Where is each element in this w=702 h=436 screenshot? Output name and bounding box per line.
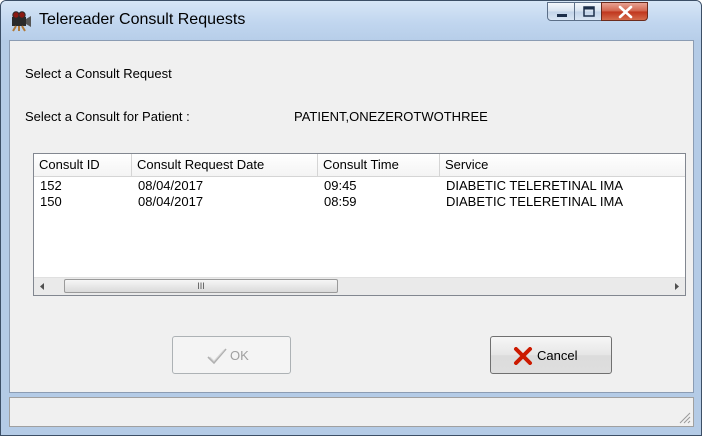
title-bar[interactable]: Telereader Consult Requests (1, 1, 701, 40)
ok-button-face: OK (173, 337, 290, 373)
consult-list-header: Consult ID Consult Request Date Consult … (34, 154, 685, 177)
request-date-cell: 08/04/2017 (138, 194, 204, 209)
select-consult-label: Select a Consult Request (25, 66, 172, 81)
scroll-left-button[interactable] (34, 278, 51, 295)
table-row[interactable]: 150 08/04/2017 08:59 DIABETIC TELERETINA… (34, 194, 685, 210)
scrollbar-thumb[interactable]: III (64, 279, 338, 293)
consult-id-cell: 152 (40, 178, 62, 193)
cancel-button-label: Cancel (537, 348, 578, 363)
ok-button-label: OK (230, 348, 249, 363)
scroll-left-arrow-icon (40, 283, 44, 290)
cancel-button[interactable]: Cancel (490, 336, 612, 374)
minimize-icon (557, 14, 567, 17)
telereader-camera-icon[interactable] (10, 10, 32, 32)
minimize-button[interactable] (547, 2, 575, 21)
close-button[interactable] (601, 2, 648, 21)
cancel-button-face: Cancel (491, 337, 611, 373)
scroll-right-button[interactable] (668, 278, 685, 295)
maximize-button[interactable] (574, 2, 602, 21)
column-header-request-date[interactable]: Consult Request Date (132, 154, 318, 176)
patient-name: PATIENT,ONEZEROTWOTHREE (294, 109, 488, 124)
table-row[interactable]: 152 08/04/2017 09:45 DIABETIC TELERETINA… (34, 178, 685, 194)
window-title: Telereader Consult Requests (39, 11, 246, 28)
service-cell: DIABETIC TELERETINAL IMA (446, 194, 623, 209)
close-icon (618, 5, 633, 19)
column-header-consult-id[interactable]: Consult ID (34, 154, 132, 176)
horizontal-scrollbar[interactable]: III (34, 277, 685, 295)
consult-id-cell: 150 (40, 194, 62, 209)
consult-list[interactable]: Consult ID Consult Request Date Consult … (33, 153, 686, 296)
service-cell: DIABETIC TELERETINAL IMA (446, 178, 623, 193)
status-bar (9, 397, 694, 427)
column-header-consult-time[interactable]: Consult Time (318, 154, 440, 176)
consult-time-cell: 08:59 (324, 194, 357, 209)
consult-time-cell: 09:45 (324, 178, 357, 193)
request-date-cell: 08/04/2017 (138, 178, 204, 193)
ok-button[interactable]: OK (172, 336, 291, 374)
resize-grip-icon[interactable] (677, 410, 691, 424)
dialog-window: Telereader Consult Requests Select a Con… (0, 0, 702, 436)
patient-prompt-label: Select a Consult for Patient : (25, 109, 190, 124)
red-x-icon (514, 347, 532, 365)
checkmark-icon (207, 348, 227, 365)
maximize-icon (583, 6, 595, 17)
scroll-right-arrow-icon (675, 283, 679, 290)
column-header-service[interactable]: Service (440, 154, 685, 176)
